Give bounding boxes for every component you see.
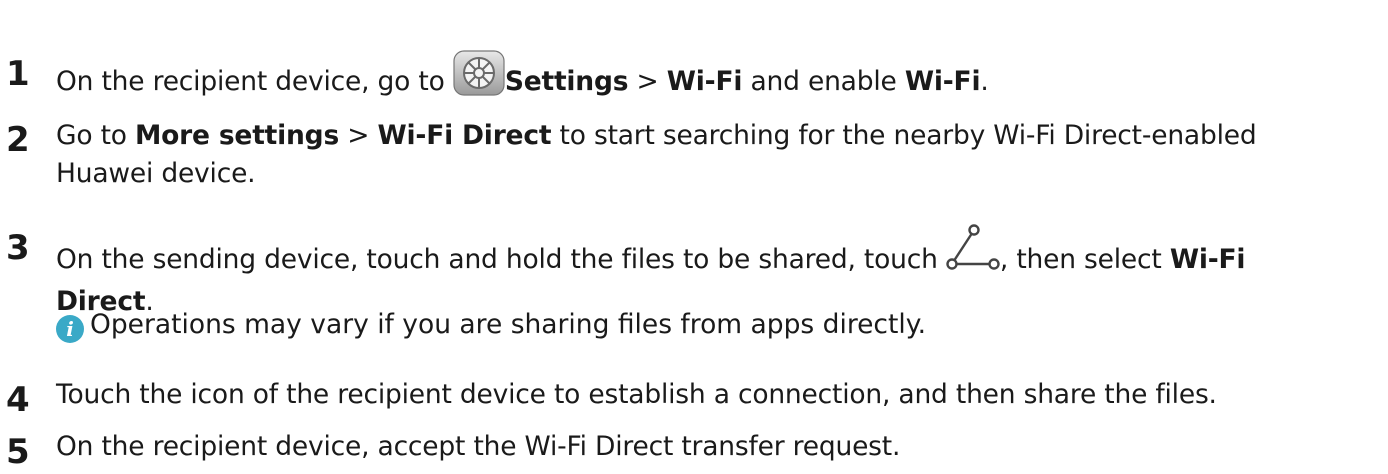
step-text-part: , then select (999, 244, 1170, 275)
separator: > (339, 120, 378, 151)
step-number: 1 (6, 54, 30, 94)
note-text: Operations may vary if you are sharing f… (90, 309, 927, 340)
step-number: 2 (6, 120, 30, 160)
step-number: 4 (6, 380, 30, 420)
note: i Operations may vary if you are sharing … (56, 306, 926, 344)
settings-gear-icon (453, 50, 505, 107)
step-text: Go to More settings > Wi-Fi Direct to st… (56, 117, 1376, 193)
step-text-part: Go to (56, 120, 135, 151)
step-text-part: Huawei device. (56, 158, 256, 189)
step-number: 3 (6, 228, 30, 268)
wifi-direct-label: Wi-Fi (1169, 244, 1246, 275)
step-text-part: to start searching for the nearby Wi-Fi … (551, 120, 1257, 151)
step-text: Touch the icon of the recipient device t… (56, 379, 1217, 410)
share-icon (946, 224, 1000, 283)
period: . (980, 66, 989, 97)
step-number: 5 (6, 432, 30, 472)
step-text-part: and enable (742, 66, 905, 97)
step-text-part: On the sending device, touch and hold th… (56, 244, 946, 275)
wifi-direct-label: Wi-Fi Direct (377, 120, 552, 151)
separator: > (628, 66, 667, 97)
info-icon: i (56, 315, 84, 343)
wifi-label: Wi-Fi (904, 66, 981, 97)
settings-label: Settings (504, 66, 629, 97)
step-text: On the recipient device, accept the Wi-F… (56, 431, 901, 462)
more-settings-label: More settings (135, 120, 340, 151)
step-text: On the recipient device, go to Settings … (56, 50, 1376, 107)
wifi-label: Wi-Fi (666, 66, 743, 97)
step-text-part: On the recipient device, go to (56, 66, 453, 97)
